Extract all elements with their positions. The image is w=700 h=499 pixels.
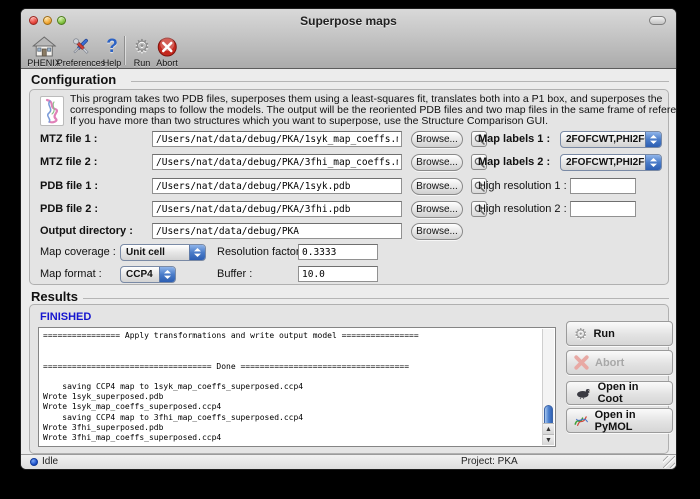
- resolution-factor-input[interactable]: [298, 244, 378, 260]
- project-label: Project: PKA: [461, 456, 518, 467]
- scroll-down-arrow[interactable]: ▼: [543, 434, 554, 445]
- toolbar-help-label: Help: [103, 58, 122, 68]
- output-directory-browse-button[interactable]: Browse...: [411, 223, 463, 240]
- pdb-file-1-browse-button[interactable]: Browse...: [411, 178, 463, 195]
- preferences-tools-icon: [57, 35, 106, 57]
- toolbar-phenix-label: PHENIX: [27, 58, 61, 68]
- buffer-input[interactable]: [298, 266, 378, 282]
- popup-stepper-icon: [159, 267, 175, 282]
- status-finished-label: FINISHED: [40, 311, 91, 323]
- abort-button-label: Abort: [595, 357, 624, 369]
- toolbar-preferences-label: Preferences: [57, 58, 106, 68]
- resolution-factor-label: Resolution factor :: [217, 246, 306, 258]
- pdb-file-1-input[interactable]: [152, 178, 402, 194]
- coot-button-label: Open in Coot: [598, 381, 665, 405]
- status-indicator-icon: [30, 458, 38, 466]
- mtz-file-2-label: MTZ file 2 :: [40, 156, 97, 168]
- console-output[interactable]: ================ Apply transformations a…: [38, 327, 556, 447]
- map-coverage-label: Map coverage :: [40, 246, 116, 258]
- toolbar-run-label: Run: [134, 58, 151, 68]
- map-labels-2-label: Map labels 2 :: [478, 156, 550, 168]
- browse-label: Browse...: [416, 181, 458, 192]
- program-ribbon-icon: [40, 96, 64, 126]
- popup-stepper-icon: [189, 245, 205, 260]
- phenix-home-icon: [27, 35, 61, 57]
- configuration-section-title: Configuration: [31, 72, 116, 87]
- toolbar-phenix-button[interactable]: PHENIX: [27, 35, 61, 68]
- toolbar-preferences-button[interactable]: Preferences: [57, 35, 106, 68]
- output-directory-input[interactable]: [152, 223, 402, 239]
- help-question-icon: ?: [106, 37, 118, 57]
- window-title: Superpose maps: [21, 14, 676, 28]
- high-resolution-1-input[interactable]: [570, 178, 636, 194]
- results-groupbox: FINISHED ================ Apply transfor…: [29, 304, 669, 454]
- status-bar: Idle Project: PKA: [21, 454, 676, 469]
- map-labels-2-select[interactable]: 2FOFCWT,PHI2FOF...: [560, 154, 662, 171]
- open-in-coot-button[interactable]: Open in Coot: [566, 381, 673, 405]
- scroll-up-arrow[interactable]: ▲: [543, 423, 554, 434]
- results-section-title: Results: [31, 289, 78, 304]
- window-chrome: Superpose maps PHENIX: [21, 9, 676, 69]
- browse-label: Browse...: [416, 204, 458, 215]
- abort-button[interactable]: Abort: [566, 350, 673, 375]
- configuration-divider: [131, 81, 669, 82]
- map-coverage-select[interactable]: Unit cell: [120, 244, 206, 261]
- console-text: ================ Apply transformations a…: [39, 328, 555, 446]
- buffer-label: Buffer :: [217, 268, 252, 280]
- browse-label: Browse...: [416, 226, 458, 237]
- run-gear-icon: ⚙: [134, 37, 150, 57]
- toolbar-abort-button[interactable]: Abort: [156, 35, 178, 68]
- popup-stepper-icon: [645, 132, 661, 147]
- browse-label: Browse...: [416, 134, 458, 145]
- map-labels-1-value: 2FOFCWT,PHI2FOF...: [561, 134, 645, 145]
- toolbar-toggle-button[interactable]: [649, 16, 666, 25]
- high-resolution-2-input[interactable]: [570, 201, 636, 217]
- run-button[interactable]: ⚙ Run: [566, 321, 673, 346]
- description-line-3: If you have more than two structures whi…: [70, 116, 548, 127]
- run-gear-icon: ⚙: [574, 324, 587, 344]
- mtz-file-1-input[interactable]: [152, 131, 402, 147]
- screenshot-stage: Superpose maps PHENIX: [0, 0, 700, 499]
- status-text: Idle: [42, 456, 58, 467]
- console-scrollbar[interactable]: ▲ ▼: [542, 329, 554, 445]
- toolbar-abort-label: Abort: [156, 58, 178, 68]
- abort-x-icon-disabled: [574, 355, 589, 370]
- map-format-value: CCP4: [121, 269, 159, 280]
- browse-label: Browse...: [416, 157, 458, 168]
- map-labels-1-select[interactable]: 2FOFCWT,PHI2FOF...: [560, 131, 662, 148]
- pdb-file-1-label: PDB file 1 :: [40, 180, 98, 192]
- superpose-maps-window: Superpose maps PHENIX: [20, 8, 677, 470]
- coot-bird-icon: [574, 386, 592, 400]
- pymol-ribbon-icon: [574, 413, 589, 428]
- toolbar-help-button[interactable]: ? Help: [103, 35, 122, 68]
- popup-stepper-icon: [645, 155, 661, 170]
- mtz-file-1-label: MTZ file 1 :: [40, 133, 97, 145]
- map-format-label: Map format :: [40, 268, 102, 280]
- high-resolution-1-label: High resolution 1 :: [478, 180, 567, 192]
- pdb-file-2-browse-button[interactable]: Browse...: [411, 201, 463, 218]
- map-labels-1-label: Map labels 1 :: [478, 133, 550, 145]
- toolbar-run-button[interactable]: ⚙ Run: [134, 35, 151, 68]
- pdb-file-2-label: PDB file 2 :: [40, 203, 98, 215]
- mtz-file-2-input[interactable]: [152, 154, 402, 170]
- configuration-groupbox: This program takes two PDB files, superp…: [29, 89, 669, 285]
- pdb-file-2-input[interactable]: [152, 201, 402, 217]
- toolbar-separator: [124, 36, 125, 65]
- resize-grip[interactable]: [663, 456, 675, 468]
- results-divider: [83, 298, 669, 299]
- open-in-pymol-button[interactable]: Open in PyMOL: [566, 408, 673, 433]
- high-resolution-2-label: High resolution 2 :: [478, 203, 567, 215]
- map-labels-2-value: 2FOFCWT,PHI2FOF...: [561, 157, 645, 168]
- run-button-label: Run: [593, 328, 614, 340]
- abort-x-icon: [156, 35, 178, 57]
- map-format-select[interactable]: CCP4: [120, 266, 176, 283]
- output-directory-label: Output directory :: [40, 225, 133, 237]
- mtz-file-2-browse-button[interactable]: Browse...: [411, 154, 463, 171]
- content-area: Configuration This program takes two PDB…: [21, 69, 676, 456]
- map-coverage-value: Unit cell: [121, 247, 189, 258]
- mtz-file-1-browse-button[interactable]: Browse...: [411, 131, 463, 148]
- pymol-button-label: Open in PyMOL: [595, 409, 665, 433]
